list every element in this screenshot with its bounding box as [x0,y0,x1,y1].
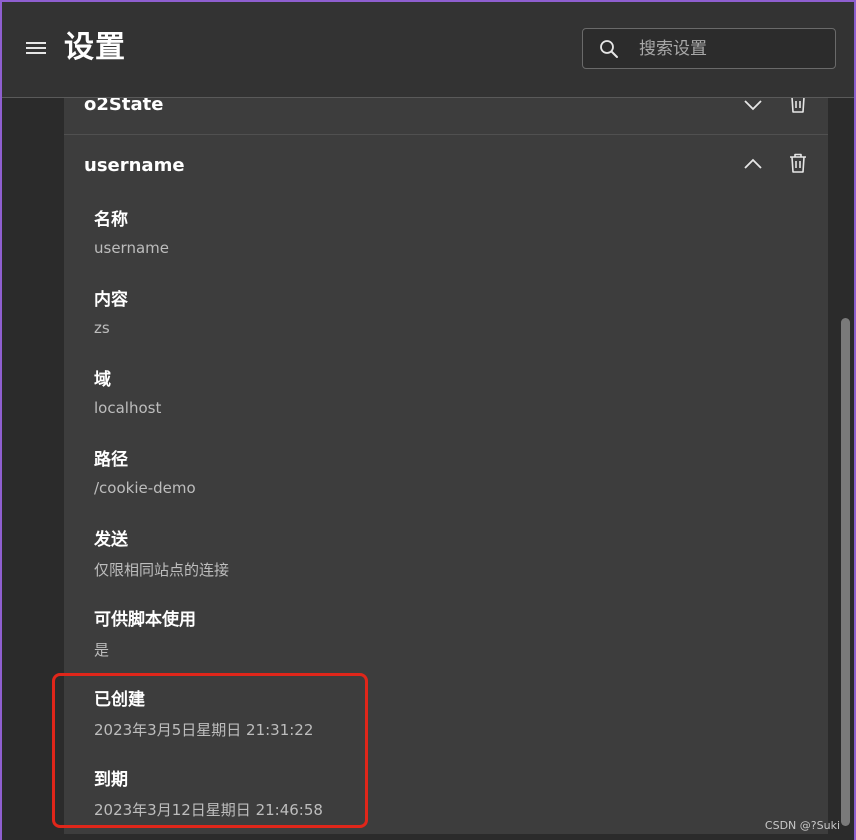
cookie-row-username[interactable]: username [64,135,828,195]
field-value: username [94,239,169,257]
field-label: 可供脚本使用 [94,610,196,630]
hamburger-menu-icon[interactable] [22,34,50,62]
trash-icon[interactable] [788,152,808,174]
field-label: 名称 [94,210,128,230]
cookie-name: username [84,155,185,176]
field-value: 仅限相同站点的连接 [94,561,230,579]
field-label: 路径 [94,450,128,470]
field-value: 是 [94,641,110,659]
field-label: 内容 [94,290,128,310]
chevron-up-icon[interactable] [742,153,764,175]
watermark: CSDN @?Suki [764,819,840,832]
search-input[interactable] [639,35,819,63]
search-box[interactable] [582,28,836,69]
page-title: 设置 [64,30,126,65]
scrollbar-thumb[interactable] [841,318,850,826]
highlight-annotation [52,673,368,828]
field-label: 域 [94,370,111,390]
field-value: /cookie-demo [94,479,196,497]
field-value: zs [94,319,110,337]
search-icon [600,40,618,58]
field-value: localhost [94,399,162,417]
settings-header: 设置 [0,0,856,98]
field-label: 发送 [94,530,128,550]
